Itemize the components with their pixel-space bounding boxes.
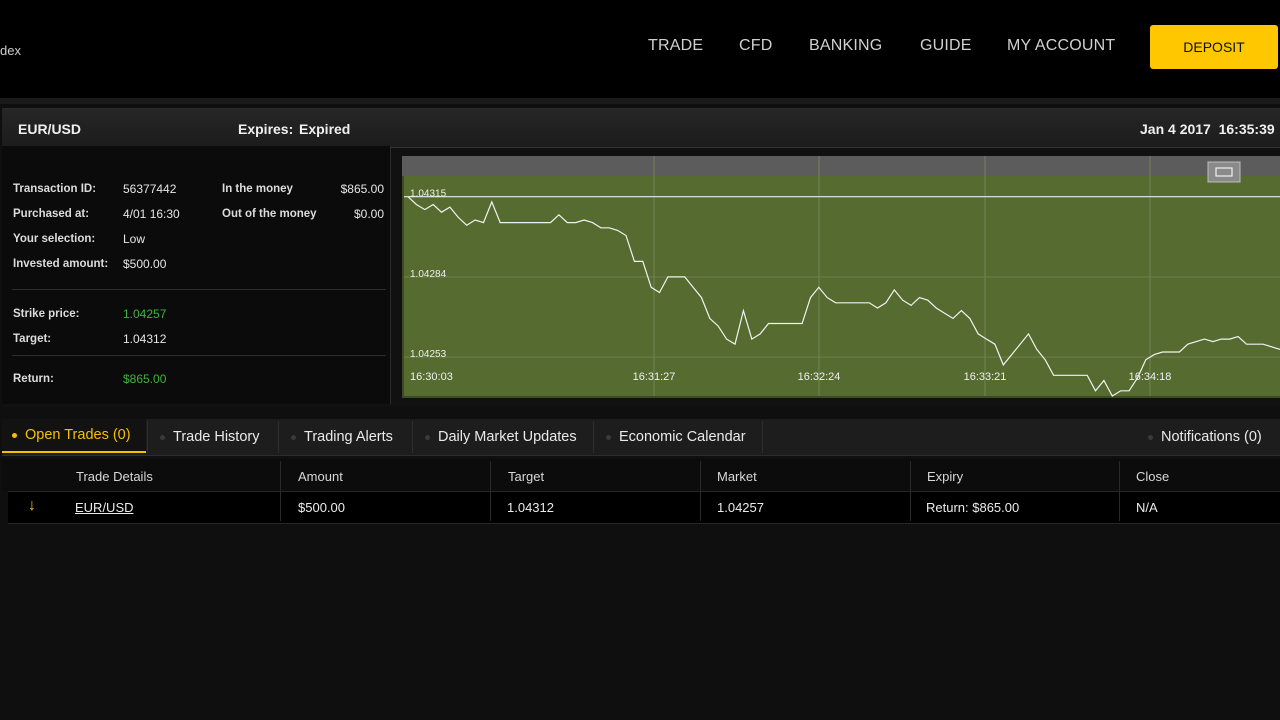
x-tick-label: 16:32:24 (798, 371, 841, 383)
trade-amount: $500.00 (298, 500, 345, 515)
nav-trade[interactable]: TRADE (648, 37, 703, 55)
x-tick-label: 16:31:27 (633, 371, 676, 383)
down-arrow-icon: ↓ (28, 497, 36, 514)
tab-notifications[interactable]: Notifications (0) (1148, 419, 1262, 455)
tab-dot-icon (291, 434, 296, 440)
trades-table-header: Trade Details Amount Target Market Expir… (2, 459, 1280, 491)
in-the-money-value: $865.00 (340, 182, 384, 196)
tab-dot-icon (425, 434, 430, 440)
trade-asset-link[interactable]: EUR/USD (75, 500, 134, 515)
price-chart-svg: 1.04315 1.04284 1.04253 16:30:03 16:31:27 16:… (402, 156, 1280, 398)
tab-dot-icon (160, 434, 165, 440)
tab-separator (593, 421, 594, 453)
column-separator (1119, 461, 1120, 521)
trade-info-block: Transaction ID: 56377442 Purchased at: 4… (2, 146, 391, 404)
transaction-id-label: Transaction ID: (13, 183, 97, 195)
bottom-tabs: Open Trades (0) Trade History Trading Al… (2, 419, 1280, 456)
nav-guide[interactable]: GUIDE (920, 37, 972, 55)
purchased-label: Purchased at: (13, 208, 90, 220)
col-expiry: Expiry (927, 469, 964, 484)
trade-panel-header: EUR/USD Expires: Expired Jan 4 2017 16:3… (2, 109, 1280, 148)
tab-separator (412, 421, 413, 453)
tab-trade-history[interactable]: Trade History (160, 419, 259, 455)
tab-label: Daily Market Updates (438, 429, 577, 445)
tab-label: Economic Calendar (619, 429, 746, 445)
tab-separator (278, 421, 279, 453)
x-tick-label: 16:34:18 (1129, 371, 1172, 383)
column-separator (910, 461, 911, 521)
top-navigation-bar: dex TRADE CFD BANKING GUIDE MY ACCOUNT D… (0, 0, 1280, 98)
nav-my-account[interactable]: MY ACCOUNT (1007, 37, 1115, 55)
price-chart: 1.04315 1.04284 1.04253 16:30:03 16:31:27 16:… (402, 156, 1280, 398)
tab-label: Trade History (173, 429, 260, 445)
column-separator (700, 461, 701, 521)
info-divider (12, 355, 386, 356)
asset-title: EUR/USD (18, 121, 82, 137)
tab-open-trades[interactable]: Open Trades (0) (2, 419, 146, 453)
y-tick-label: 1.04315 (410, 189, 447, 200)
x-tick-label: 16:30:03 (410, 371, 453, 383)
table-row: ↓ EUR/USD $500.00 1.04312 1.04257 Return… (8, 491, 1280, 524)
tab-daily-market-updates[interactable]: Daily Market Updates (425, 419, 577, 455)
selection-label: Your selection: (13, 233, 96, 245)
target-value: 1.04312 (123, 332, 167, 346)
col-close: Close (1136, 469, 1170, 484)
trade-market: 1.04257 (717, 500, 764, 515)
transaction-id-value: 56377442 (123, 182, 177, 196)
panel-datetime: Jan 4 2017 16:35:39 (1140, 121, 1275, 137)
info-divider (12, 289, 386, 290)
column-separator (490, 461, 491, 521)
col-market: Market (717, 469, 757, 484)
trade-target: 1.04312 (507, 500, 554, 515)
out-of-money-value: $0.00 (353, 207, 384, 221)
tab-dot-icon (606, 434, 611, 440)
strike-price-label: Strike price: (13, 308, 80, 320)
trade-close: N/A (1136, 500, 1158, 515)
tab-label: Open Trades (0) (25, 427, 131, 443)
x-tick-label: 16:33:21 (964, 371, 1007, 383)
nav-cfd[interactable]: CFD (739, 37, 772, 55)
tab-separator (762, 421, 763, 453)
divider-strip (0, 98, 1280, 104)
selection-value: Low (123, 232, 146, 246)
expand-chart-icon (1207, 161, 1241, 183)
y-tick-label: 1.04284 (410, 269, 447, 280)
target-label: Target: (13, 333, 52, 345)
tab-dot-icon (1148, 434, 1153, 440)
invested-label: Invested amount: (13, 258, 109, 270)
col-target: Target (508, 469, 545, 484)
return-value: $865.00 (123, 372, 167, 386)
purchased-value: 4/01 16:30 (123, 207, 180, 221)
out-of-money-label: Out of the money (222, 208, 317, 220)
brand-text: dex (0, 43, 21, 58)
invested-value: $500.00 (123, 257, 167, 271)
return-label: Return: (13, 373, 54, 385)
tab-separator (147, 421, 148, 453)
trade-expiry: Return: $865.00 (926, 500, 1020, 515)
tab-economic-calendar[interactable]: Economic Calendar (606, 419, 746, 455)
chart-plot-area (404, 176, 1280, 396)
tab-label: Trading Alerts (304, 429, 393, 445)
chart-top-band (402, 156, 1280, 176)
nav-banking[interactable]: BANKING (809, 37, 882, 55)
col-trade-details: Trade Details (76, 469, 153, 484)
deposit-button[interactable]: DEPOSIT (1150, 25, 1278, 69)
tab-label: Notifications (0) (1161, 429, 1262, 445)
expires-value: Expired (299, 121, 351, 137)
in-the-money-label: In the money (222, 183, 293, 195)
y-tick-label: 1.04253 (410, 349, 447, 360)
col-amount: Amount (298, 469, 343, 484)
tab-trading-alerts[interactable]: Trading Alerts (291, 419, 393, 455)
column-separator (280, 461, 281, 521)
tab-dot-icon (12, 432, 17, 438)
strike-price-value: 1.04257 (123, 307, 167, 321)
expires-label: Expires: (238, 121, 294, 137)
